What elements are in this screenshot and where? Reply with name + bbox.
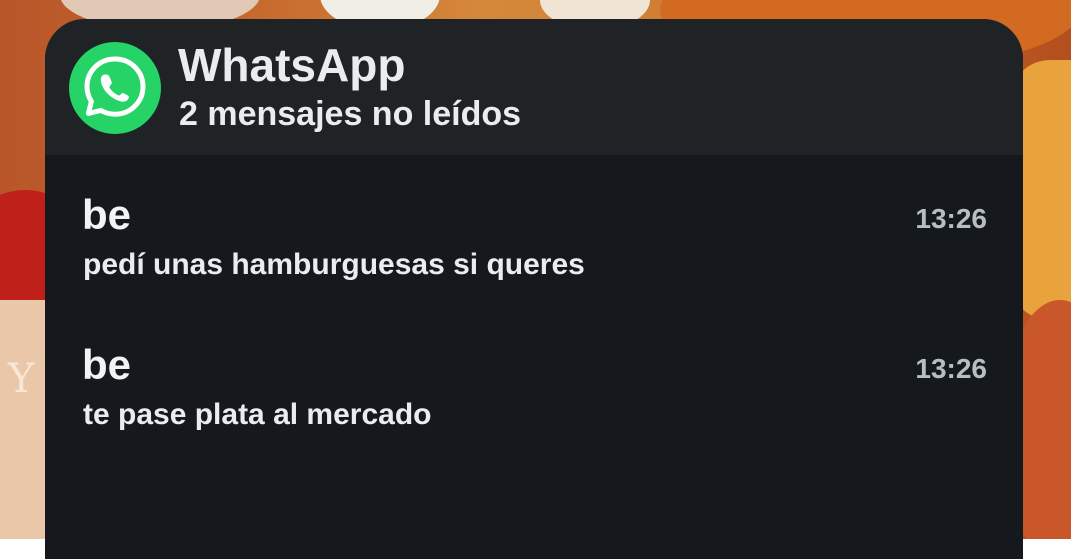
message-item[interactable]: be 13:26 te pase plata al mercado (45, 341, 1023, 461)
message-time: 13:26 (915, 353, 987, 384)
message-text: te pase plata al mercado (83, 398, 432, 431)
notification-header[interactable]: WhatsApp 2 mensajes no leídos (45, 19, 1023, 155)
message-sender: be (82, 191, 132, 238)
message-text: pedí unas hamburguesas si queres (83, 248, 585, 281)
wallpaper-text: Y (8, 356, 35, 402)
unread-summary: 2 mensajes no leídos (179, 95, 522, 133)
notification-card[interactable]: WhatsApp 2 mensajes no leídos be 13:26 p… (45, 19, 1023, 559)
whatsapp-icon (69, 42, 161, 134)
message-time: 13:26 (915, 203, 987, 234)
app-name: WhatsApp (178, 39, 406, 91)
message-sender: be (82, 341, 132, 388)
message-item[interactable]: be 13:26 pedí unas hamburguesas si quere… (45, 191, 1023, 311)
